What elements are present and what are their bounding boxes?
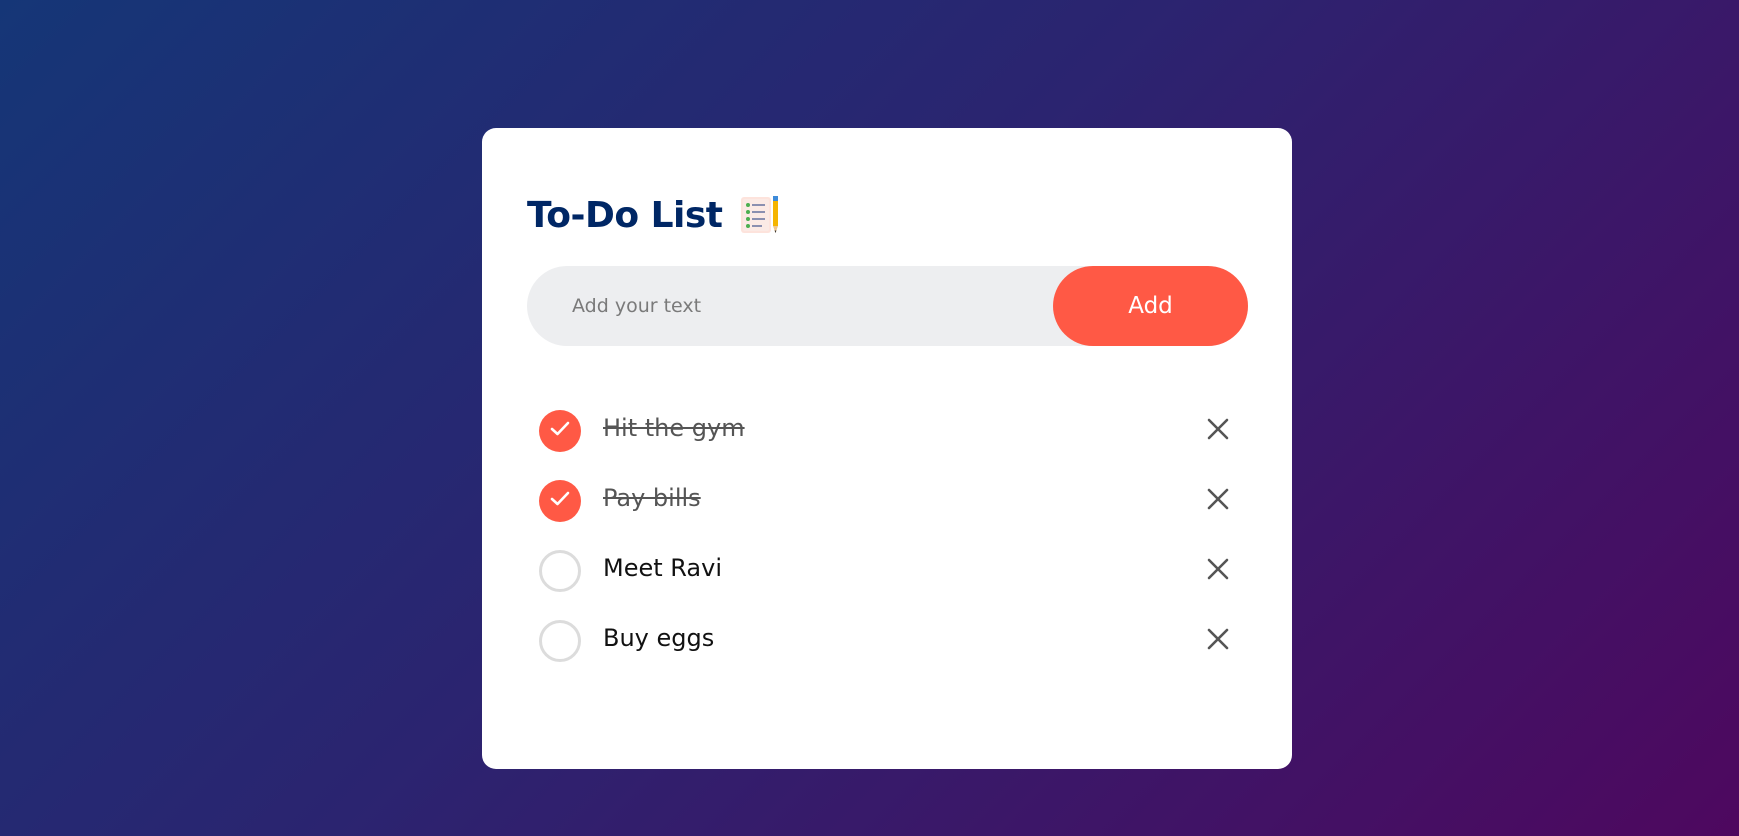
close-icon [1207,418,1229,444]
task-text: Hit the gym [603,414,745,442]
delete-task-button[interactable] [1197,480,1239,522]
delete-task-button[interactable] [1197,620,1239,662]
delete-task-button[interactable] [1197,550,1239,592]
check-icon [550,421,570,441]
notepad-checklist-icon [737,194,781,236]
task-text: Pay bills [603,484,701,512]
close-icon [1207,628,1229,654]
task-checkbox[interactable] [539,620,581,662]
delete-task-button[interactable] [1197,410,1239,452]
task-text: Meet Ravi [603,554,723,582]
task-item[interactable]: Hit the gym [539,396,1239,466]
task-item[interactable]: Meet Ravi [539,536,1239,606]
task-checkbox[interactable] [539,410,581,452]
page-title: To-Do List [527,194,723,236]
close-icon [1207,488,1229,514]
task-list: Hit the gym Pay bills Meet Ravi Buy eggs [539,396,1239,676]
task-item[interactable]: Pay bills [539,466,1239,536]
check-icon [550,491,570,511]
add-task-form: Add [527,265,1248,347]
task-item[interactable]: Buy eggs [539,606,1239,676]
add-button[interactable]: Add [1053,266,1248,346]
task-checkbox[interactable] [539,480,581,522]
title-row: To-Do List [527,190,781,240]
task-text: Buy eggs [603,624,715,652]
todo-card: To-Do List Add your text Add Hit the gym… [482,128,1292,769]
close-icon [1207,558,1229,584]
task-checkbox[interactable] [539,550,581,592]
